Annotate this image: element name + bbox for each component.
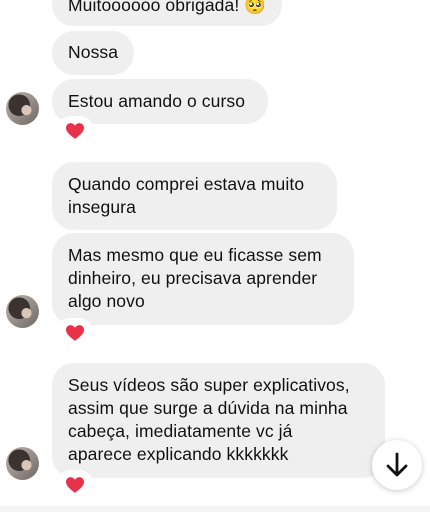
sender-avatar[interactable] xyxy=(6,295,39,328)
message-bubble[interactable]: Quando comprei estava muito insegura xyxy=(52,162,337,230)
scroll-to-bottom-button[interactable] xyxy=(372,440,422,490)
message-bubble[interactable]: Muitoooooo obrigada! 🥺 xyxy=(52,0,283,26)
sender-avatar[interactable] xyxy=(6,447,39,480)
arrow-down-icon xyxy=(386,452,408,477)
message-text: Estou amando o curso xyxy=(68,91,246,111)
message-reaction[interactable] xyxy=(58,472,92,498)
message-text: Mas mesmo que eu ficasse sem dinheiro, e… xyxy=(68,245,322,311)
message-text: Seus vídeos são super explicativos, assi… xyxy=(68,375,350,464)
message-text: Nossa xyxy=(68,42,119,62)
message-text: Muitoooooo obrigada! 🥺 xyxy=(68,0,267,15)
message-bubble[interactable]: Nossa xyxy=(52,31,134,75)
heart-icon xyxy=(66,123,84,139)
heart-icon xyxy=(66,477,84,493)
composer-edge xyxy=(0,506,430,512)
sender-avatar[interactable] xyxy=(6,92,39,125)
message-bubble[interactable]: Mas mesmo que eu ficasse sem dinheiro, e… xyxy=(52,233,354,325)
message-bubble[interactable]: Estou amando o curso xyxy=(52,79,268,124)
message-text: Quando comprei estava muito insegura xyxy=(68,174,305,217)
message-reaction[interactable] xyxy=(58,320,92,346)
heart-icon xyxy=(66,325,84,341)
message-reaction[interactable] xyxy=(58,118,92,144)
message-bubble[interactable]: Seus vídeos são super explicativos, assi… xyxy=(52,363,385,478)
